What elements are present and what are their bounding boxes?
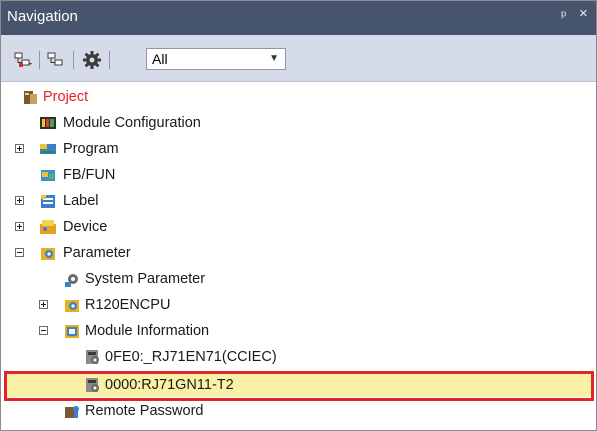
tree-item[interactable]: 0FE0:_RJ71EN71(CCIEC) [1,345,596,369]
tree-item[interactable]: Program [1,137,596,161]
expand-plus-icon[interactable] [15,196,24,205]
project-icon [21,88,39,106]
tree-item[interactable]: Label [1,189,596,213]
tree-item[interactable]: System Parameter [1,267,596,291]
collapse-minus-icon[interactable] [39,326,48,335]
tree-item-label: Label [63,193,99,209]
tree-item-label: FB/FUN [63,167,116,183]
tree-item[interactable]: Device [1,215,596,239]
tree-item-label: 0FE0:_RJ71EN71(CCIEC) [105,349,277,365]
program-icon [39,140,57,158]
cpu-parameter-icon [63,296,81,314]
tree-item-label: Device [63,219,108,235]
tree-item[interactable]: Project [1,85,596,109]
tree-item-label: Program [63,141,119,157]
panel-title: Navigation [7,8,78,25]
pin-icon[interactable]: ᵖ [561,7,566,23]
tree-item[interactable]: Module Configuration [1,111,596,135]
tree-item-label: System Parameter [85,271,206,287]
tree-item[interactable]: 0000:RJ71GN11-T2 [7,373,591,397]
settings-gear-icon[interactable] [81,50,103,70]
collapse-minus-icon[interactable] [15,248,24,257]
chevron-down-icon[interactable]: ▼ [269,53,279,64]
tree-item[interactable]: Remote Password [1,399,596,423]
tree-item[interactable]: R120ENCPU [1,293,596,317]
tree-item-label: Project [43,89,89,105]
tree-item-label: Remote Password [85,403,204,419]
toolbar-separator [73,51,74,69]
tree-item[interactable]: Module Information [1,319,596,343]
tree-item-label: 0000:RJ71GN11-T2 [105,377,234,393]
expand-plus-icon[interactable] [39,300,48,309]
module-config-icon [39,114,57,132]
tree-item-label: R120ENCPU [85,297,171,313]
device-icon [39,218,57,236]
system-parameter-icon [63,270,81,288]
label-icon [39,192,57,210]
navigation-panel: Navigation ᵖ × All ▼ Project Module Conf… [0,0,597,431]
module-icon [83,376,101,394]
parameter-icon [39,244,57,262]
toolbar-separator [109,51,110,69]
remote-password-icon [63,402,81,420]
module-icon [83,348,101,366]
collapse-tree-icon[interactable] [46,50,68,70]
fb-fun-icon [39,166,57,184]
tree-item-label: Module Configuration [63,115,201,131]
tree-item[interactable]: Parameter [1,241,596,265]
tree-item-label: Parameter [63,245,131,261]
filter-dropdown-value: All [152,51,168,67]
expand-tree-icon[interactable] [13,50,35,70]
close-icon[interactable]: × [579,5,588,22]
toolbar-separator [39,51,40,69]
tree-item[interactable]: FB/FUN [1,163,596,187]
panel-title-bar[interactable]: Navigation ᵖ × [1,1,596,35]
expand-plus-icon[interactable] [15,144,24,153]
module-information-icon [63,322,81,340]
filter-dropdown[interactable]: All ▼ [146,48,286,70]
tree-item-label: Module Information [85,323,210,339]
expand-plus-icon[interactable] [15,222,24,231]
